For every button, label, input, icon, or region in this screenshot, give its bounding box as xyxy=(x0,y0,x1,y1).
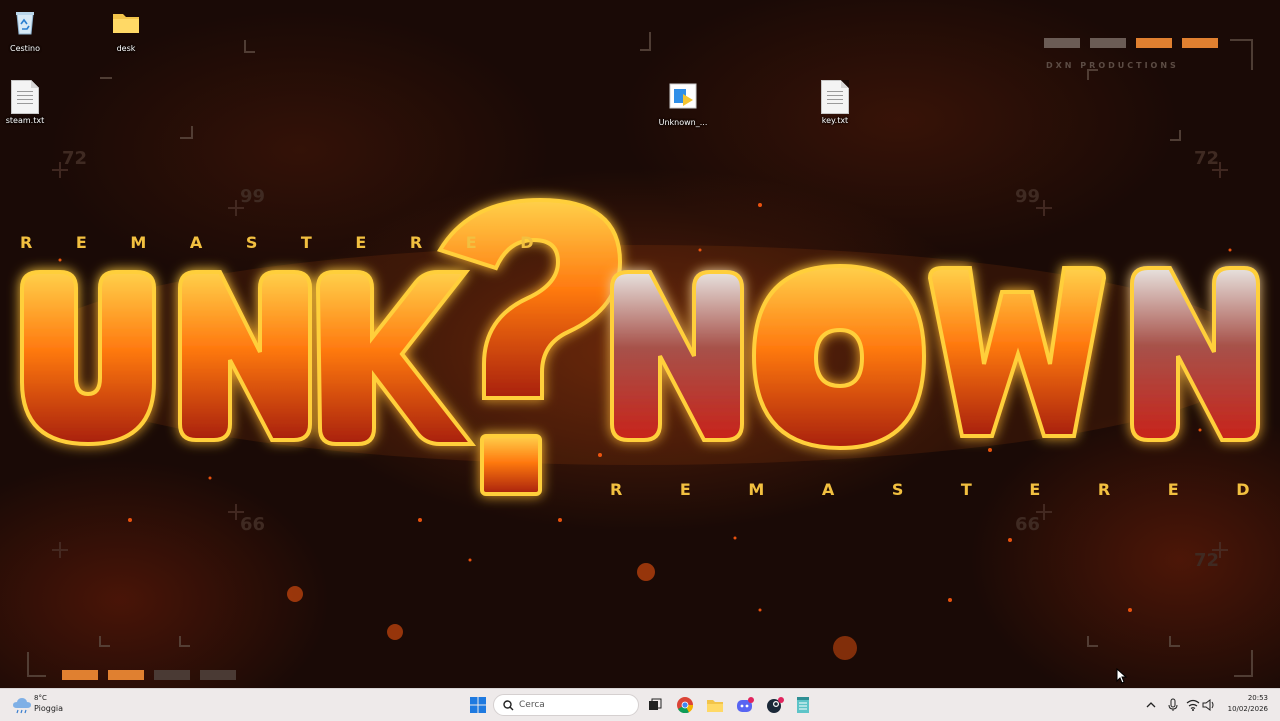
deco-number: 66 xyxy=(1015,514,1041,535)
chevron-up-icon xyxy=(1146,702,1156,708)
text-file-icon xyxy=(821,80,849,114)
desktop-icon-label: desk xyxy=(116,44,136,53)
recycle-bin-icon xyxy=(16,12,34,35)
brand-bars-top xyxy=(1044,38,1218,48)
desktop-icon-key-txt[interactable]: key.txt xyxy=(800,80,870,125)
discord-button[interactable] xyxy=(734,694,756,716)
desktop-icon-label: Unknown_... xyxy=(658,118,708,127)
steam-button[interactable] xyxy=(764,694,786,716)
deco-number: 66 xyxy=(240,514,266,535)
rain-cloud-icon xyxy=(13,698,31,714)
weather-temperature: 8°C xyxy=(34,694,47,702)
microphone-button[interactable] xyxy=(1162,694,1184,716)
clock-area[interactable]: 20:53 10/02/2026 xyxy=(1218,692,1270,718)
desktop-icon-label: Cestino xyxy=(10,44,40,53)
microphone-icon xyxy=(1168,698,1178,711)
clock-time: 20:53 xyxy=(1247,694,1268,702)
remastered-top: R E M A S T E R E D xyxy=(20,233,536,252)
deco-number: 72 xyxy=(1194,148,1220,169)
weather-condition: Pioggia xyxy=(34,704,64,713)
file-explorer-icon xyxy=(707,700,723,712)
speaker-icon xyxy=(1202,699,1214,711)
steam-icon xyxy=(767,697,784,713)
chrome-icon xyxy=(677,697,693,713)
volume-button[interactable] xyxy=(1198,694,1220,716)
taskbar: 8°C Pioggia Cerca 20:53 10/02/2026 xyxy=(0,688,1280,721)
brand-label: DXN PRODUCTIONS xyxy=(1046,61,1179,70)
remastered-bottom: R E M A S T E R E D xyxy=(610,480,1252,499)
taskbar-search-box[interactable]: Cerca xyxy=(493,694,639,716)
show-hidden-icons-button[interactable] xyxy=(1140,694,1162,716)
file-explorer-button[interactable] xyxy=(704,694,726,716)
task-view-icon xyxy=(649,698,662,710)
deco-number: 99 xyxy=(1015,186,1041,207)
desktop-icon-steam-txt[interactable]: steam.txt xyxy=(0,80,60,125)
deco-number: 72 xyxy=(1194,550,1220,571)
clock-date: 10/02/2026 xyxy=(1227,705,1268,713)
task-view-button[interactable] xyxy=(644,694,666,716)
desktop-icon-recycle-bin[interactable]: Cestino xyxy=(0,6,60,53)
notepad-icon xyxy=(797,697,809,713)
deco-number: 99 xyxy=(240,186,266,207)
installer-icon xyxy=(669,83,697,109)
search-placeholder: Cerca xyxy=(519,700,545,710)
start-icon xyxy=(470,697,486,713)
mouse-cursor-icon xyxy=(1116,668,1128,684)
desktop-wallpaper: R E M A S T E R E D R E M A S T E R E D … xyxy=(0,0,1280,688)
chrome-button[interactable] xyxy=(674,694,696,716)
brand-bars-bottom xyxy=(62,670,236,680)
text-file-icon xyxy=(11,80,39,114)
folder-icon xyxy=(113,14,139,33)
search-icon xyxy=(503,700,514,711)
desktop-icon-unknown-installer[interactable]: Unknown_... xyxy=(648,80,718,127)
deco-number: 72 xyxy=(62,148,88,169)
desktop-icon-label: key.txt xyxy=(821,116,849,125)
notepad-button[interactable] xyxy=(792,694,814,716)
wallpaper-art xyxy=(20,32,1260,677)
desktop-icon-desk-folder[interactable]: desk xyxy=(91,6,161,53)
start-button[interactable] xyxy=(467,694,489,716)
desktop-icon-label: steam.txt xyxy=(5,116,45,125)
discord-icon xyxy=(737,697,754,712)
